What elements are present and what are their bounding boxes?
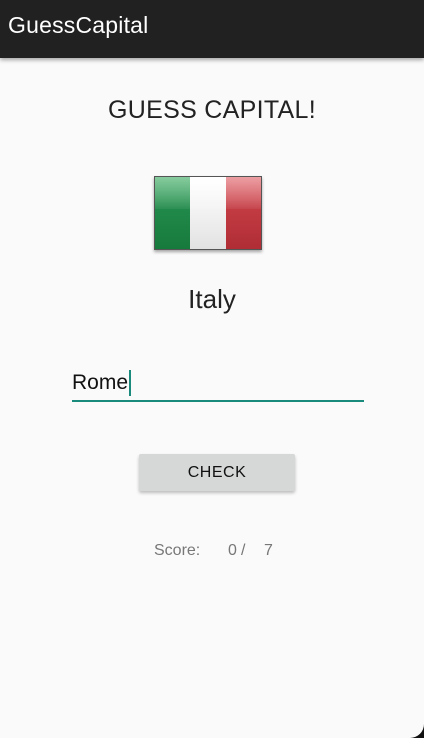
text-cursor — [129, 370, 132, 396]
italy-flag-icon — [154, 176, 262, 250]
score-separator: / — [241, 542, 246, 559]
answer-text-wrap[interactable]: Rome — [72, 370, 132, 396]
country-name: Italy — [188, 284, 236, 314]
app-title: GuessCapital — [8, 12, 149, 38]
score-label: Score: — [154, 542, 201, 559]
score-display: Score: 0 / 7 — [0, 542, 424, 562]
page-heading: GUESS CAPITAL! — [108, 96, 316, 124]
answer-value[interactable]: Rome — [72, 371, 128, 395]
app-screen: GuessCapital GUESS CAPITAL! Italy Rome C… — [0, 0, 424, 738]
flag-gloss — [155, 177, 261, 210]
score-current: 0 — [228, 542, 237, 559]
score-total: 7 — [264, 542, 273, 559]
check-button[interactable]: CHECK — [139, 454, 295, 491]
app-bar: GuessCapital — [0, 0, 424, 58]
capital-answer-input[interactable]: Rome — [72, 364, 364, 402]
